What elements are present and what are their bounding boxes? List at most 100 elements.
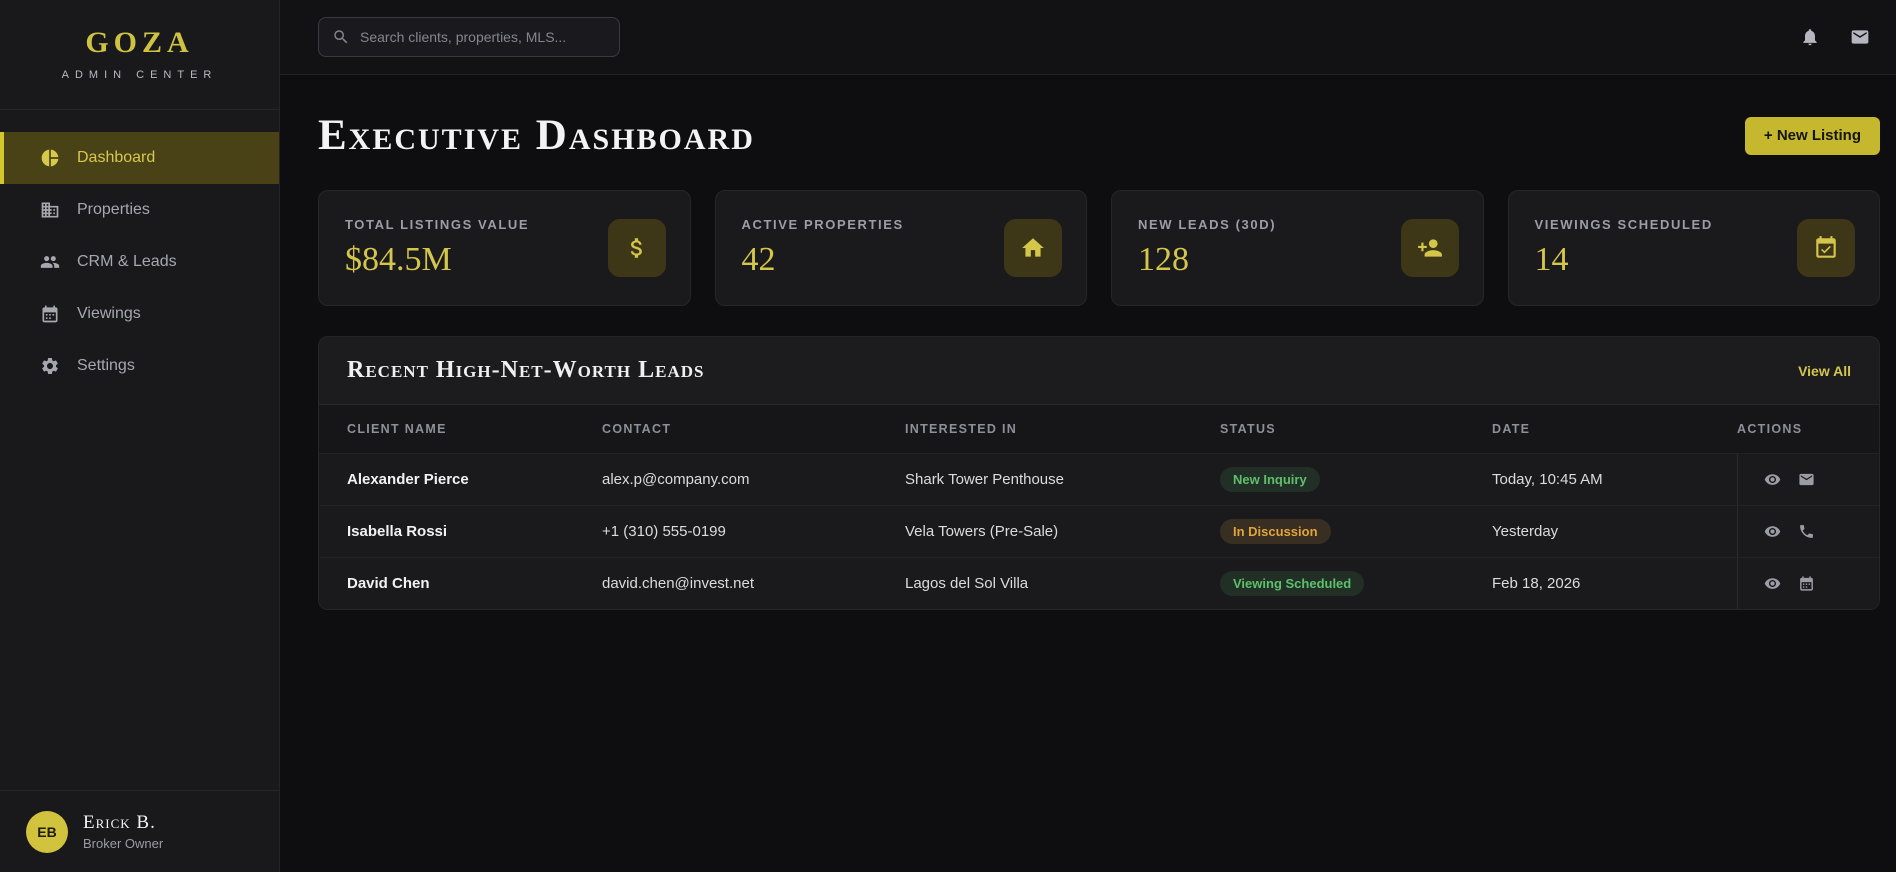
lead-contact: david.chen@invest.net	[602, 575, 754, 592]
table-row[interactable]: David Chen david.chen@invest.net Lagos d…	[319, 557, 1879, 609]
lead-contact: +1 (310) 555-0199	[602, 523, 726, 540]
brand-name: GOZA	[85, 26, 194, 59]
stat-text: NEW LEADS (30D) 128	[1138, 217, 1276, 279]
sidebar-item[interactable]: Settings	[0, 340, 279, 392]
lead-date: Today, 10:45 AM	[1492, 471, 1603, 488]
content: Executive Dashboard + New Listing TOTAL …	[280, 75, 1896, 610]
sidebar-item[interactable]: Viewings	[0, 288, 279, 340]
page-title: Executive Dashboard	[318, 112, 755, 159]
lead-status: New Inquiry	[1220, 467, 1492, 492]
stat-text: ACTIVE PROPERTIES 42	[742, 217, 904, 279]
dollar-icon	[607, 219, 666, 277]
search-input[interactable]	[360, 29, 606, 45]
stat-card: VIEWINGS SCHEDULED 14	[1507, 190, 1880, 306]
lead-contact: alex.p@company.com	[602, 471, 750, 488]
sidebar-item-label: Viewings	[77, 305, 141, 322]
topbar-icons	[1800, 27, 1870, 47]
lead-actions	[1737, 454, 1879, 505]
building-icon	[40, 200, 60, 220]
calendar-check-icon	[1797, 219, 1855, 277]
user-profile[interactable]: EB Erick B. Broker Owner	[0, 790, 279, 872]
gear-icon	[40, 356, 60, 376]
user-role: Broker Owner	[83, 836, 164, 851]
sidebar-item-label: Dashboard	[77, 149, 156, 166]
stat-label: ACTIVE PROPERTIES	[741, 217, 904, 232]
user-name: Erick B.	[83, 812, 156, 833]
stat-card: ACTIVE PROPERTIES 42	[714, 190, 1087, 306]
column-header: CONTACT	[602, 422, 672, 436]
lead-client-name: Isabella Rossi	[347, 523, 448, 540]
status-badge: Viewing Scheduled	[1220, 571, 1365, 596]
column-header: DATE	[1492, 422, 1531, 436]
stat-text: VIEWINGS SCHEDULED 14	[1535, 217, 1713, 279]
stat-label: VIEWINGS SCHEDULED	[1534, 217, 1713, 232]
people-icon	[40, 252, 60, 272]
table-row[interactable]: Isabella Rossi +1 (310) 555-0199 Vela To…	[319, 505, 1879, 557]
lead-actions	[1737, 506, 1879, 557]
eye-icon[interactable]	[1764, 575, 1781, 592]
sidebar: GOZA ADMIN CENTER Dashboard Properties C…	[0, 0, 280, 872]
stat-label: TOTAL LISTINGS VALUE	[345, 217, 530, 232]
calendar-icon	[40, 304, 60, 324]
stat-text: TOTAL LISTINGS VALUE $84.5M	[345, 217, 529, 279]
eye-icon[interactable]	[1764, 523, 1781, 540]
lead-actions	[1737, 558, 1879, 609]
leads-title: Recent High-Net-Worth Leads	[347, 357, 705, 383]
sidebar-item-label: CRM & Leads	[77, 253, 177, 270]
search-box	[318, 17, 620, 57]
column-header: STATUS	[1220, 422, 1276, 436]
new-listing-button[interactable]: + New Listing	[1744, 116, 1880, 155]
home-icon	[1004, 219, 1062, 277]
lead-client-name: Alexander Pierce	[347, 471, 469, 488]
avatar: EB	[26, 810, 68, 853]
mail-icon[interactable]	[1798, 471, 1815, 488]
stat-card: TOTAL LISTINGS VALUE $84.5M	[318, 190, 691, 306]
pie-chart-icon	[40, 148, 60, 168]
stat-value: 42	[741, 241, 776, 278]
sidebar-item-label: Settings	[77, 357, 135, 374]
stat-value: $84.5M	[345, 241, 452, 278]
column-header: ACTIONS	[1737, 422, 1803, 436]
stat-label: NEW LEADS (30D)	[1138, 217, 1277, 232]
user-info: Erick B. Broker Owner	[83, 812, 163, 851]
search-icon	[332, 28, 350, 46]
table-header-row: CLIENT NAME CONTACT INTERESTED IN STATUS…	[319, 405, 1879, 453]
lead-client-name: David Chen	[347, 575, 430, 592]
brand-logo: GOZA ADMIN CENTER	[0, 0, 279, 110]
sidebar-item[interactable]: CRM & Leads	[0, 236, 279, 288]
brand-subtitle: ADMIN CENTER	[61, 69, 218, 81]
leads-panel-header: Recent High-Net-Worth Leads View All	[319, 337, 1879, 405]
sidebar-item[interactable]: Dashboard	[0, 132, 279, 184]
table-row[interactable]: Alexander Pierce alex.p@company.com Shar…	[319, 453, 1879, 505]
sidebar-item[interactable]: Properties	[0, 184, 279, 236]
topbar	[280, 0, 1896, 75]
phone-icon[interactable]	[1798, 523, 1815, 540]
lead-interested-in: Vela Towers (Pre-Sale)	[905, 523, 1059, 540]
leads-panel: Recent High-Net-Worth Leads View All CLI…	[318, 336, 1880, 610]
main-area: Executive Dashboard + New Listing TOTAL …	[280, 0, 1896, 872]
sidebar-nav: Dashboard Properties CRM & Leads Viewing…	[0, 132, 279, 790]
mail-icon[interactable]	[1850, 27, 1870, 47]
lead-date: Feb 18, 2026	[1492, 575, 1581, 592]
status-badge: New Inquiry	[1220, 467, 1320, 492]
column-header: INTERESTED IN	[905, 422, 1018, 436]
view-all-link[interactable]: View All	[1798, 363, 1851, 379]
stat-value: 14	[1534, 241, 1569, 278]
status-badge: In Discussion	[1220, 519, 1331, 544]
app-root: GOZA ADMIN CENTER Dashboard Properties C…	[0, 0, 1896, 872]
column-header: CLIENT NAME	[347, 422, 447, 436]
stat-value: 128	[1138, 241, 1189, 278]
lead-status: In Discussion	[1220, 519, 1492, 544]
lead-interested-in: Lagos del Sol Villa	[905, 575, 1029, 592]
lead-status: Viewing Scheduled	[1220, 571, 1492, 596]
person-add-icon	[1400, 219, 1459, 277]
stat-cards: TOTAL LISTINGS VALUE $84.5M ACTIVE PROPE…	[318, 190, 1880, 306]
calendar-icon[interactable]	[1798, 575, 1815, 592]
bell-icon[interactable]	[1800, 27, 1820, 47]
lead-interested-in: Shark Tower Penthouse	[905, 471, 1064, 488]
eye-icon[interactable]	[1764, 471, 1781, 488]
lead-date: Yesterday	[1492, 523, 1559, 540]
leads-table: CLIENT NAME CONTACT INTERESTED IN STATUS…	[319, 405, 1879, 609]
sidebar-item-label: Properties	[77, 201, 150, 218]
stat-card: NEW LEADS (30D) 128	[1111, 190, 1484, 306]
